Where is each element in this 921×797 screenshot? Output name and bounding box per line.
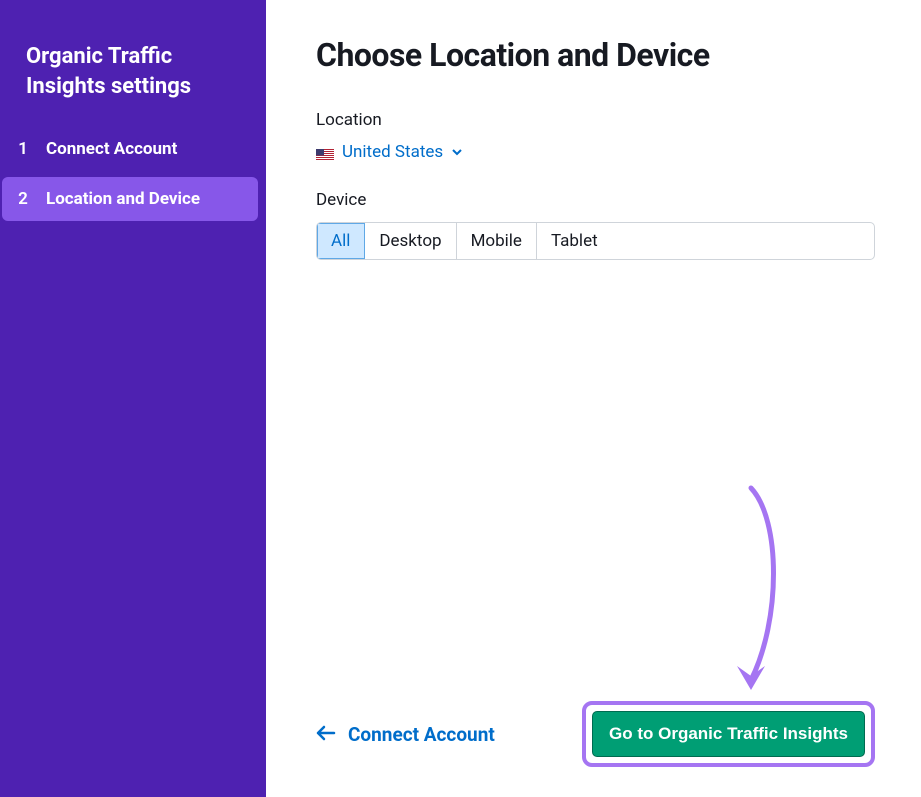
device-option-mobile[interactable]: Mobile [457,223,537,259]
back-label: Connect Account [348,723,495,746]
footer: Connect Account Go to Organic Traffic In… [316,681,875,767]
step-label: Connect Account [46,139,177,159]
page-title: Choose Location and Device [316,36,875,74]
sidebar-title: Organic Traffic Insights settings [0,42,266,127]
step-label: Location and Device [46,189,200,209]
step-connect-account[interactable]: 1 Connect Account [2,127,258,171]
device-option-all[interactable]: All [317,223,365,259]
step-number: 1 [14,139,32,159]
go-to-insights-button[interactable]: Go to Organic Traffic Insights [592,711,865,757]
sidebar: Organic Traffic Insights settings 1 Conn… [0,0,266,797]
location-label: Location [316,110,875,130]
arrow-left-icon [316,723,336,746]
chevron-down-icon [451,146,463,158]
device-label: Device [316,190,875,210]
back-button[interactable]: Connect Account [316,723,495,746]
annotation-arrow-icon [711,480,791,710]
location-dropdown[interactable]: United States [316,142,875,162]
flag-us-icon [316,146,334,158]
location-value: United States [342,142,443,162]
device-option-tablet[interactable]: Tablet [537,223,612,259]
step-location-and-device[interactable]: 2 Location and Device [2,177,258,221]
primary-button-highlight: Go to Organic Traffic Insights [582,701,875,767]
step-number: 2 [14,189,32,209]
device-toggle-group: All Desktop Mobile Tablet [316,222,875,260]
device-option-desktop[interactable]: Desktop [365,223,456,259]
main-content: Choose Location and Device Location Unit… [266,0,921,797]
